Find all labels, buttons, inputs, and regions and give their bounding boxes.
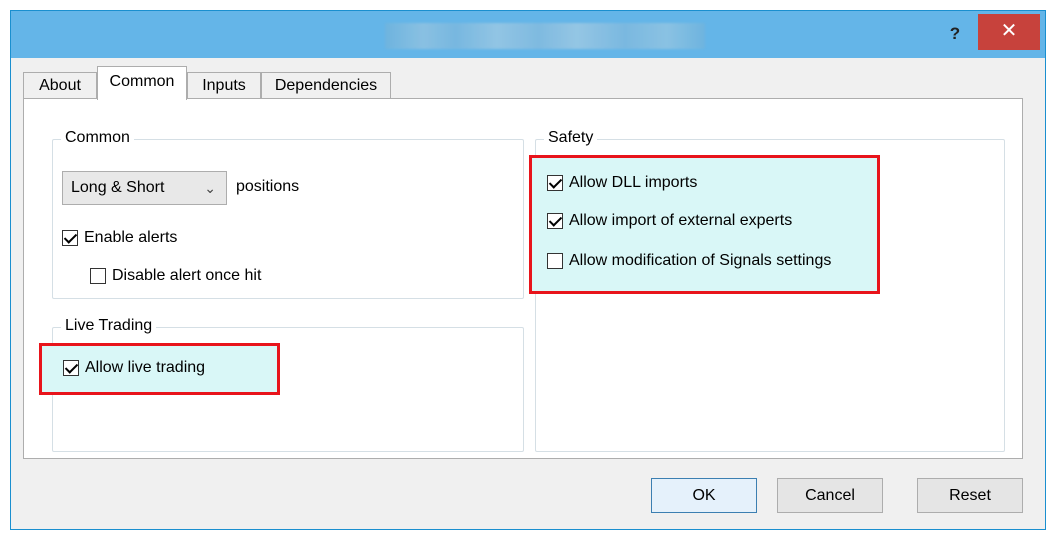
enable-alerts-checkbox[interactable]: Enable alerts bbox=[62, 226, 177, 250]
common-group: Common Long & Short ⌄ positions Enable a… bbox=[52, 129, 524, 299]
chevron-down-icon: ⌄ bbox=[204, 180, 216, 196]
allow-modification-signals-checkbox[interactable]: Allow modification of Signals settings bbox=[547, 249, 831, 273]
checkbox-checked-icon[interactable] bbox=[63, 360, 79, 376]
allow-dll-imports-label: Allow DLL imports bbox=[569, 174, 698, 191]
tab-panel-common: Common Long & Short ⌄ positions Enable a… bbox=[23, 98, 1023, 459]
enable-alerts-label: Enable alerts bbox=[84, 229, 178, 246]
checkbox-checked-icon[interactable] bbox=[62, 230, 78, 246]
disable-alert-once-hit-label: Disable alert once hit bbox=[112, 267, 262, 284]
help-button[interactable]: ? bbox=[941, 19, 969, 49]
tab-dependencies[interactable]: Dependencies bbox=[261, 72, 391, 98]
cancel-button[interactable]: Cancel bbox=[777, 478, 883, 513]
positions-select-value: Long & Short bbox=[71, 179, 165, 196]
disable-alert-once-hit-checkbox[interactable]: Disable alert once hit bbox=[90, 264, 261, 288]
positions-label: positions bbox=[236, 178, 300, 195]
titlebar[interactable]: ? ✕ bbox=[11, 11, 1045, 58]
tab-about[interactable]: About bbox=[23, 72, 97, 98]
checkbox-checked-icon[interactable] bbox=[547, 175, 563, 191]
safety-group-title: Safety bbox=[544, 129, 598, 147]
allow-live-trading-label: Allow live trading bbox=[85, 359, 206, 376]
allow-import-external-experts-label: Allow import of external experts bbox=[569, 212, 793, 229]
checkbox-unchecked-icon[interactable] bbox=[90, 268, 106, 284]
allow-dll-imports-checkbox[interactable]: Allow DLL imports bbox=[547, 171, 697, 195]
tab-inputs[interactable]: Inputs bbox=[187, 72, 261, 98]
checkbox-checked-icon[interactable] bbox=[547, 213, 563, 229]
live-trading-group-title: Live Trading bbox=[61, 317, 157, 335]
checkbox-unchecked-icon[interactable] bbox=[547, 253, 563, 269]
close-button[interactable]: ✕ bbox=[978, 14, 1040, 50]
ok-button[interactable]: OK bbox=[651, 478, 757, 513]
allow-modification-signals-label: Allow modification of Signals settings bbox=[569, 252, 832, 269]
blurred-title bbox=[385, 23, 705, 49]
common-group-title: Common bbox=[61, 129, 134, 147]
tab-common[interactable]: Common bbox=[97, 66, 187, 100]
reset-button[interactable]: Reset bbox=[917, 478, 1023, 513]
allow-import-external-experts-checkbox[interactable]: Allow import of external experts bbox=[547, 209, 792, 233]
allow-live-trading-checkbox[interactable]: Allow live trading bbox=[63, 356, 205, 380]
positions-select[interactable]: Long & Short ⌄ bbox=[62, 171, 227, 205]
